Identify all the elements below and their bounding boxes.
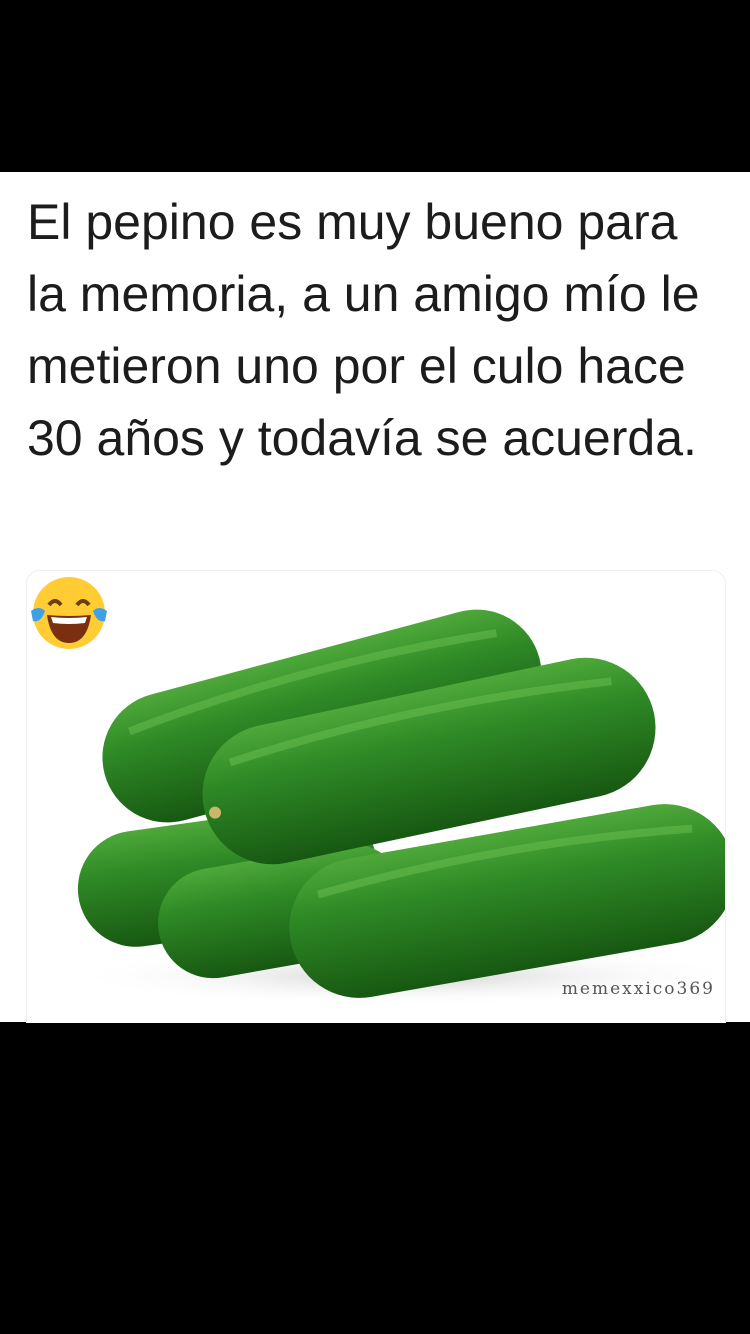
watermark: memexxico369: [561, 979, 715, 999]
meme-caption: El pepino es muy bueno para la memoria, …: [27, 194, 700, 466]
meme-card: El pepino es muy bueno para la memoria, …: [0, 172, 750, 1023]
cucumbers-illustration: [67, 609, 725, 1006]
laughing-tears-emoji-icon: [31, 577, 107, 649]
cucumber-photo: memexxico369: [26, 570, 726, 1023]
